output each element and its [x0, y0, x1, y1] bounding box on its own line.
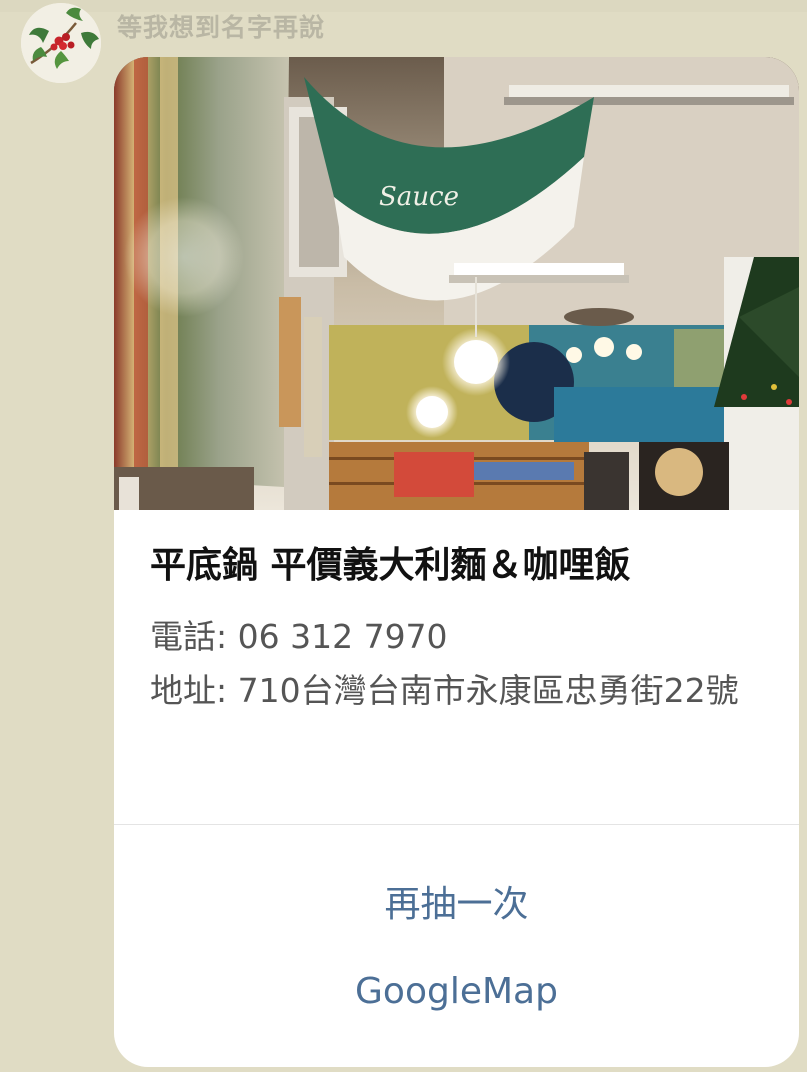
svg-text:Sauce: Sauce — [379, 182, 459, 212]
phone-line: 電話: 06 312 7970 — [150, 610, 763, 664]
card-body: 平底鍋 平價義大利麵＆咖哩飯 電話: 06 312 7970 地址: 710台灣… — [114, 544, 799, 718]
holly-berry-icon — [21, 3, 101, 83]
sender-avatar[interactable] — [21, 3, 101, 83]
google-map-button[interactable]: GoogleMap — [114, 971, 799, 1012]
restaurant-photo[interactable]: Sauce — [114, 57, 799, 510]
actions-divider — [114, 824, 799, 825]
redraw-button[interactable]: 再抽一次 — [114, 875, 799, 927]
restaurant-interior-photo: Sauce — [114, 57, 799, 510]
address-label: 地址: — [150, 671, 238, 710]
address-line: 地址: 710台灣台南市永康區忠勇街22號 — [150, 664, 763, 718]
chat-screen: 等我想到名字再說 Sauce 平底鍋 平價義大利麵＆咖哩飯 電話: 06 312… — [0, 0, 807, 1072]
address-text: 710台灣台南市永康區忠勇街22號 — [237, 671, 739, 710]
restaurant-title: 平底鍋 平價義大利麵＆咖哩飯 — [150, 545, 631, 586]
phone-label: 電話: — [150, 617, 238, 656]
phone-number[interactable]: 06 312 7970 — [238, 617, 448, 656]
sender-name: 等我想到名字再說 — [117, 13, 326, 42]
restaurant-card: Sauce 平底鍋 平價義大利麵＆咖哩飯 電話: 06 312 7970 地址:… — [114, 57, 799, 1067]
